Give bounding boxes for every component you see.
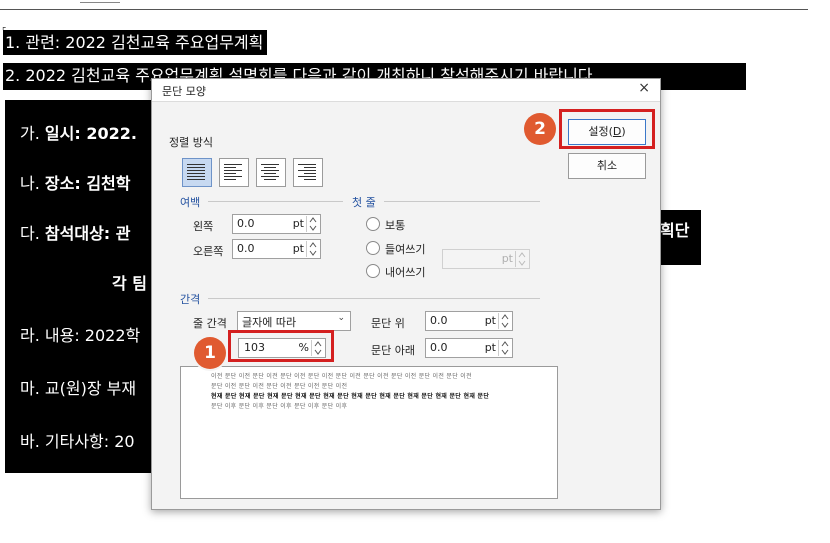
step-2-marker: 2 (524, 113, 556, 145)
margin-right-unit: pt (292, 242, 304, 255)
first-line-normal-label: 보통 (385, 219, 406, 232)
doc-item-d: 라. 내용: 2022학 (20, 326, 141, 345)
space-below-field[interactable]: 0.0 pt (425, 338, 513, 358)
space-below-label: 문단 아래 (371, 344, 415, 357)
header-fragment (80, 0, 120, 3)
margin-left-label: 왼쪽 (193, 220, 214, 233)
first-line-group-label: 첫 줄 (352, 196, 376, 209)
doc-item-block: 가. 일시: 2022. 나. 장소: 김천학 다. 참석대상: 관 각 팀 라… (5, 100, 151, 473)
first-line-amount-field[interactable]: pt (442, 249, 530, 269)
first-line-indent-radio[interactable] (366, 241, 380, 255)
spin-up-icon (309, 217, 317, 223)
ok-button-highlight (559, 109, 655, 149)
step-1-marker: 1 (194, 337, 226, 369)
doc-item-b: 나. 장소: 김천학 (20, 174, 131, 193)
close-icon[interactable]: × (638, 80, 650, 96)
align-right-button[interactable] (293, 158, 323, 187)
first-line-indent-label: 들여쓰기 (385, 243, 426, 256)
spacing-group-label: 간격 (180, 293, 201, 306)
spin-down-icon (518, 260, 526, 266)
align-left-button[interactable] (219, 158, 249, 187)
spin-up-icon (309, 242, 317, 248)
doc-item-f: 바. 기타사항: 20 (20, 432, 135, 451)
first-line-normal-radio[interactable] (366, 217, 380, 231)
cancel-button[interactable]: 취소 (568, 153, 646, 179)
first-line-divider (384, 201, 540, 202)
chevron-down-icon: ⌄ (337, 313, 345, 323)
space-below-spinner[interactable] (498, 340, 511, 356)
line-spacing-label: 줄 간격 (193, 317, 227, 330)
dialog-titlebar[interactable]: 문단 모양 × (152, 79, 660, 102)
first-line-hanging-radio[interactable] (366, 264, 380, 278)
preview-line: 문단 이전 문단 이전 문단 이전 문단 이전 문단 이전 (211, 383, 348, 390)
margin-divider (208, 201, 343, 202)
space-above-spinner[interactable] (498, 313, 511, 329)
paragraph-preview: 이전 문단 이전 문단 이전 문단 이전 문단 이전 문단 이전 문단 이전 문… (180, 366, 558, 499)
alignment-label: 정렬 방식 (169, 136, 213, 149)
align-justify-icon (187, 164, 205, 180)
align-center-button[interactable] (256, 158, 286, 187)
space-below-value: 0.0 (430, 341, 448, 354)
spin-up-icon (518, 252, 526, 258)
align-left-icon (224, 164, 242, 180)
spin-down-icon (501, 322, 509, 328)
line-spacing-highlight (228, 330, 334, 362)
margin-left-field[interactable]: 0.0 pt (232, 214, 321, 234)
margin-right-spinner[interactable] (306, 241, 319, 257)
spin-down-icon (309, 225, 317, 231)
spin-down-icon (309, 250, 317, 256)
spacing-divider (208, 298, 540, 299)
space-above-label: 문단 위 (371, 317, 405, 330)
margin-right-label: 오른쪽 (193, 245, 224, 258)
margin-left-unit: pt (292, 217, 304, 230)
space-above-field[interactable]: 0.0 pt (425, 311, 513, 331)
header-rule (0, 9, 808, 10)
margin-left-value: 0.0 (237, 217, 255, 230)
first-line-amount-unit: pt (501, 252, 513, 265)
first-line-hanging-label: 내어쓰기 (385, 266, 426, 279)
doc-line-1: 1. 관련: 2022 김천교육 주요업무계획 (3, 30, 268, 55)
doc-item-e: 마. 교(원)장 부재 (20, 379, 137, 398)
margin-left-spinner[interactable] (306, 216, 319, 232)
align-right-icon (298, 164, 316, 180)
spin-up-icon (501, 341, 509, 347)
space-above-unit: pt (484, 314, 496, 327)
margin-right-field[interactable]: 0.0 pt (232, 239, 321, 259)
spin-down-icon (501, 349, 509, 355)
line-spacing-type-value: 글자에 따라 (242, 316, 297, 329)
spin-up-icon (501, 314, 509, 320)
first-line-amount-spinner[interactable] (515, 251, 528, 267)
line-spacing-type-select[interactable]: 글자에 따라 ⌄ (237, 311, 351, 331)
space-above-value: 0.0 (430, 314, 448, 327)
space-below-unit: pt (484, 341, 496, 354)
margin-group-label: 여백 (180, 196, 201, 209)
preview-line: 이전 문단 이전 문단 이전 문단 이전 문단 이전 문단 이전 문단 이전 문… (211, 373, 472, 380)
align-center-icon (261, 164, 279, 180)
doc-item-c2: 각 팀 (112, 274, 148, 293)
margin-right-value: 0.0 (237, 242, 255, 255)
align-justify-button[interactable] (182, 158, 212, 187)
preview-line-current: 현재 문단 현재 문단 현재 문단 현재 문단 현재 문단 현재 문단 현재 문… (211, 393, 490, 400)
doc-item-c: 다. 참석대상: 관 (20, 224, 131, 243)
dialog-title: 문단 모양 (162, 85, 206, 98)
doc-item-c-tail: 획단 (658, 210, 701, 265)
doc-item-a: 가. 일시: 2022. (20, 124, 137, 143)
preview-line: 문단 이후 문단 이후 문단 이후 문단 이후 문단 이후 (211, 403, 348, 410)
